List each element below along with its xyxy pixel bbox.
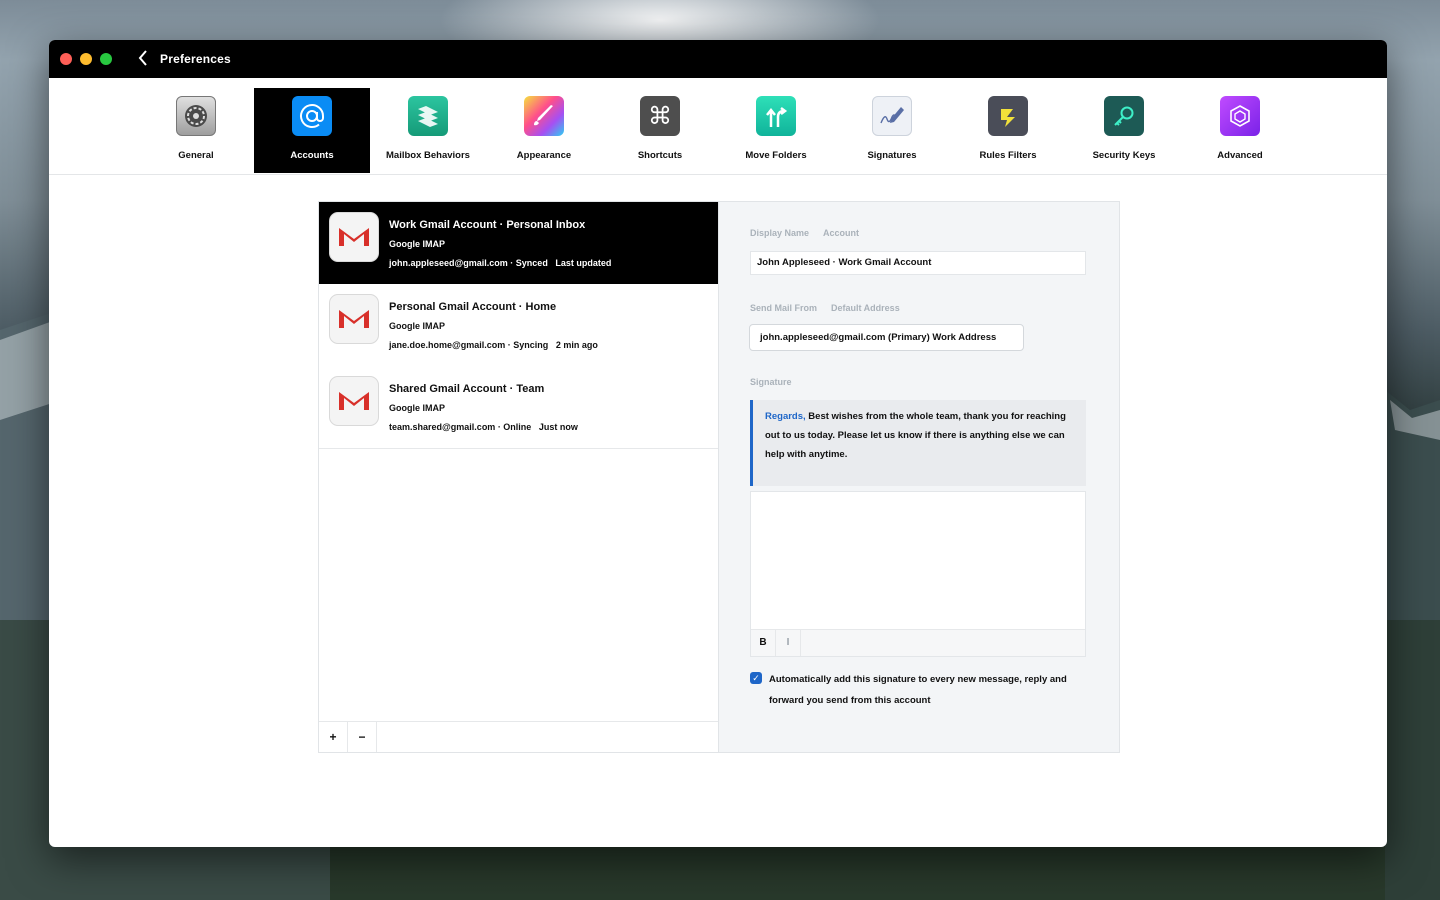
signature-icon (872, 96, 912, 136)
command-icon: ⌘ (640, 96, 680, 136)
account-type: Google IMAP (389, 239, 445, 249)
account-list-footer: + − (319, 721, 718, 752)
bold-button[interactable]: B (751, 630, 776, 656)
accounts-panel: Work Gmail Account · Personal Inbox Goog… (318, 201, 1120, 753)
arrows-icon (756, 96, 796, 136)
auto-signature-label: Automatically add this signature to ever… (769, 674, 1067, 706)
tab-label: Shortcuts (637, 150, 683, 161)
italic-button[interactable]: I (776, 630, 801, 656)
tab-label: Mailbox Behaviors (386, 150, 470, 161)
tab-security-keys[interactable]: Security Keys (1066, 88, 1182, 173)
gmail-icon (329, 376, 379, 426)
account-detail: team.shared@gmail.com · Online Just now (389, 422, 578, 432)
account-row[interactable]: Work Gmail Account · Personal Inbox Goog… (319, 202, 718, 285)
signature-text: Best wishes from the whole team, thank y… (765, 411, 1066, 460)
signature-editor[interactable]: B I (750, 491, 1086, 657)
display-name-field[interactable]: John Appleseed · Work Gmail Account (750, 251, 1086, 275)
tab-accounts[interactable]: Accounts (254, 88, 370, 173)
preferences-window: Preferences General Accounts Mailbox Beh… (49, 40, 1387, 847)
account-detail: jane.doe.home@gmail.com · Syncing 2 min … (389, 340, 598, 350)
title-bar: Preferences (49, 40, 1387, 78)
tab-advanced[interactable]: Advanced (1182, 88, 1298, 173)
tab-label: Security Keys (1092, 150, 1156, 161)
account-detail-pane: Display Name Account John Appleseed · Wor… (719, 202, 1119, 752)
zoom-button[interactable] (100, 53, 112, 65)
close-button[interactable] (60, 53, 72, 65)
account-detail: john.appleseed@gmail.com · Synced Last u… (389, 258, 612, 268)
gmail-icon (329, 212, 379, 262)
add-account-button[interactable]: + (319, 722, 348, 752)
tab-label: Appearance (516, 150, 572, 161)
gmail-icon (329, 294, 379, 344)
send-from-label: Send Mail From Default Address (750, 303, 900, 313)
tab-label: Rules Filters (979, 150, 1037, 161)
signature-label: Signature (750, 377, 792, 387)
tab-label: Signatures (867, 150, 917, 161)
account-list: Work Gmail Account · Personal Inbox Goog… (319, 202, 719, 752)
account-type: Google IMAP (389, 321, 445, 331)
signature-preview: Regards, Best wishes from the whole team… (750, 400, 1086, 486)
send-from-select[interactable]: john.appleseed@gmail.com (Primary) Work … (749, 324, 1024, 351)
display-name-label: Display Name Account (750, 228, 860, 238)
brush-icon (524, 96, 564, 136)
rules-icon (988, 96, 1028, 136)
preferences-toolbar: General Accounts Mailbox Behaviors Appea… (49, 78, 1387, 175)
account-row[interactable]: Personal Gmail Account · Home Google IMA… (319, 284, 718, 367)
account-name: Work Gmail Account · Personal Inbox (389, 219, 586, 231)
tab-label: Advanced (1217, 150, 1263, 161)
stack-icon (408, 96, 448, 136)
tab-label: Accounts (290, 150, 334, 161)
tab-move-folders[interactable]: Move Folders (718, 88, 834, 173)
window-title: Preferences (160, 52, 231, 66)
tab-label: Move Folders (745, 150, 807, 161)
account-name: Shared Gmail Account · Team (389, 383, 545, 395)
minimize-button[interactable] (80, 53, 92, 65)
tab-mailbox-behaviors[interactable]: Mailbox Behaviors (370, 88, 486, 173)
editor-footer: B I (751, 629, 1085, 656)
account-row[interactable]: Shared Gmail Account · Team Google IMAP … (319, 366, 718, 449)
key-icon (1104, 96, 1144, 136)
remove-account-button[interactable]: − (348, 722, 377, 752)
back-chevron-icon[interactable] (137, 49, 153, 69)
tab-rules-filters[interactable]: Rules Filters (950, 88, 1066, 173)
tab-signatures[interactable]: Signatures (834, 88, 950, 173)
cube-icon (1220, 96, 1260, 136)
tab-shortcuts[interactable]: ⌘ Shortcuts (602, 88, 718, 173)
signature-highlight: Regards, (765, 411, 806, 422)
at-icon (292, 96, 332, 136)
gear-icon (176, 96, 216, 136)
tab-general[interactable]: General (138, 88, 254, 173)
tab-appearance[interactable]: Appearance (486, 88, 602, 173)
account-name: Personal Gmail Account · Home (389, 301, 557, 313)
auto-signature-checkbox[interactable]: ✓ (750, 672, 762, 684)
tab-label: General (178, 150, 214, 161)
account-type: Google IMAP (389, 403, 445, 413)
